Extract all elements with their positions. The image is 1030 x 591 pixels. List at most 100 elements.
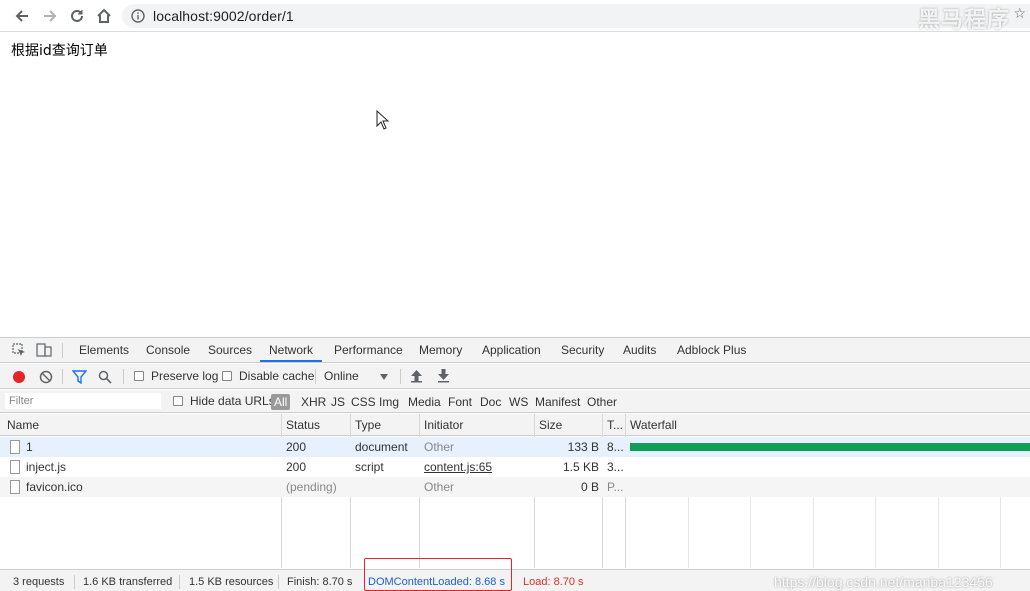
- record-button[interactable]: [12, 370, 26, 384]
- filter-type-js[interactable]: JS: [331, 394, 345, 410]
- inspect-element-icon[interactable]: [12, 343, 26, 357]
- filter-type-manifest[interactable]: Manifest: [535, 394, 580, 410]
- filter-type-other[interactable]: Other: [587, 394, 617, 410]
- document-file-icon: [10, 440, 20, 454]
- watermark-url: https://blog.csdn.net/manba123456: [774, 574, 993, 590]
- filter-type-ws[interactable]: WS: [509, 394, 528, 410]
- table-row[interactable]: favicon.ico (pending) Other 0 B P...: [0, 477, 1030, 497]
- tab-adblock-plus[interactable]: Adblock Plus: [677, 338, 746, 362]
- reload-icon: [71, 9, 83, 22]
- device-toolbar-icon[interactable]: [36, 343, 52, 357]
- watermark-logo: 黑马程序: [917, 8, 1010, 33]
- network-toolbar: Preserve log Disable cache Online: [0, 364, 1030, 389]
- filter-type-img[interactable]: Img: [379, 394, 399, 410]
- waterfall-bar[interactable]: [630, 443, 1030, 451]
- filter-icon[interactable]: [72, 370, 87, 384]
- hide-data-urls-label: Hide data URLs: [190, 394, 275, 408]
- tab-audits[interactable]: Audits: [623, 338, 656, 362]
- tab-performance[interactable]: Performance: [334, 338, 403, 362]
- tab-sources[interactable]: Sources: [208, 338, 252, 362]
- mouse-cursor-icon: [376, 110, 390, 130]
- chevron-down-icon[interactable]: [380, 374, 388, 380]
- filter-type-css[interactable]: CSS: [351, 394, 376, 410]
- initiator-link[interactable]: content.js:65: [424, 460, 492, 474]
- back-button[interactable]: [10, 4, 34, 28]
- tab-network[interactable]: Network: [260, 338, 323, 362]
- finish-time: Finish: 8.70 s: [287, 576, 353, 588]
- script-file-icon: [10, 460, 20, 474]
- separator: [62, 343, 63, 358]
- separator: [400, 369, 401, 384]
- column-header-size[interactable]: Size: [539, 418, 562, 432]
- forward-button[interactable]: [38, 4, 62, 28]
- column-header-initiator[interactable]: Initiator: [424, 418, 463, 432]
- load-time: Load: 8.70 s: [523, 576, 584, 588]
- column-header-status[interactable]: Status: [286, 418, 320, 432]
- filter-input[interactable]: Filter: [5, 393, 161, 409]
- devtools-panel: Elements Console Sources Network Perform…: [0, 337, 1030, 591]
- throttle-select[interactable]: Online: [324, 368, 359, 384]
- request-size: 0 B: [580, 480, 599, 494]
- column-header-type[interactable]: Type: [355, 418, 381, 432]
- disable-cache-checkbox[interactable]: Disable cache: [222, 368, 314, 384]
- transferred-size: 1.6 KB transferred: [83, 576, 173, 588]
- info-icon[interactable]: [131, 9, 145, 23]
- page-body-text: 根据id查询订单: [11, 43, 108, 59]
- filter-type-font[interactable]: Font: [448, 394, 472, 410]
- separator: [179, 575, 180, 589]
- tab-memory[interactable]: Memory: [419, 338, 462, 362]
- request-time: P...: [607, 480, 624, 494]
- url-text: localhost:9002/order/1: [153, 8, 294, 24]
- requests-table: Name Status Type Initiator Size T... Wat…: [0, 414, 1030, 568]
- request-status: 200: [286, 460, 307, 474]
- request-name[interactable]: inject.js: [26, 460, 66, 474]
- bookmark-star-icon[interactable]: ☆: [1013, 6, 1026, 22]
- address-bar[interactable]: localhost:9002/order/1 ☆: [122, 4, 1030, 28]
- request-type: document: [355, 440, 408, 454]
- home-button[interactable]: [92, 4, 116, 28]
- column-header-time[interactable]: T...: [607, 418, 623, 432]
- forward-arrow-icon: [44, 10, 57, 22]
- filter-bar: Filter Hide data URLs All XHR JS CSS Img…: [0, 390, 1030, 413]
- separator: [278, 575, 279, 589]
- hide-data-urls-checkbox[interactable]: Hide data URLs: [173, 393, 275, 409]
- table-row[interactable]: 1 200 document Other 133 B 8...: [0, 437, 1030, 457]
- requests-count: 3 requests: [13, 576, 65, 588]
- column-header-waterfall[interactable]: Waterfall: [630, 418, 677, 432]
- preserve-log-checkbox[interactable]: Preserve log: [134, 368, 218, 384]
- filter-type-xhr[interactable]: XHR: [301, 394, 326, 410]
- disable-cache-label: Disable cache: [239, 369, 315, 383]
- request-initiator: Other: [424, 440, 455, 454]
- search-icon[interactable]: [98, 370, 112, 384]
- image-file-icon: [10, 480, 20, 494]
- request-name[interactable]: favicon.ico: [26, 480, 83, 494]
- resources-size: 1.5 KB resources: [189, 576, 274, 588]
- checkbox-box[interactable]: [173, 396, 183, 406]
- filter-type-all[interactable]: All: [271, 394, 291, 410]
- import-har-icon[interactable]: [410, 369, 423, 383]
- checkbox-box[interactable]: [134, 371, 144, 381]
- request-time: 3...: [607, 460, 624, 474]
- tab-application[interactable]: Application: [482, 338, 541, 362]
- home-icon: [97, 8, 111, 23]
- checkbox-box[interactable]: [222, 371, 232, 381]
- table-row[interactable]: inject.js 200 script content.js:65 1.5 K…: [0, 457, 1030, 477]
- filter-type-doc[interactable]: Doc: [480, 394, 501, 410]
- export-har-icon[interactable]: [437, 369, 450, 383]
- request-size: 1.5 KB: [562, 460, 599, 474]
- separator: [62, 369, 63, 384]
- tab-security[interactable]: Security: [561, 338, 604, 362]
- reload-button[interactable]: [65, 4, 89, 28]
- filter-type-media[interactable]: Media: [408, 394, 441, 410]
- separator: [123, 369, 124, 384]
- request-name[interactable]: 1: [26, 440, 33, 454]
- clear-icon[interactable]: [39, 370, 53, 384]
- devtools-tab-bar: Elements Console Sources Network Perform…: [0, 338, 1030, 363]
- dom-content-loaded-time: DOMContentLoaded: 8.68 s: [368, 576, 505, 588]
- separator: [74, 575, 75, 589]
- column-header-name[interactable]: Name: [7, 418, 39, 432]
- separator: [315, 369, 316, 384]
- tab-elements[interactable]: Elements: [79, 338, 129, 362]
- tab-console[interactable]: Console: [146, 338, 190, 362]
- request-type: script: [355, 460, 384, 474]
